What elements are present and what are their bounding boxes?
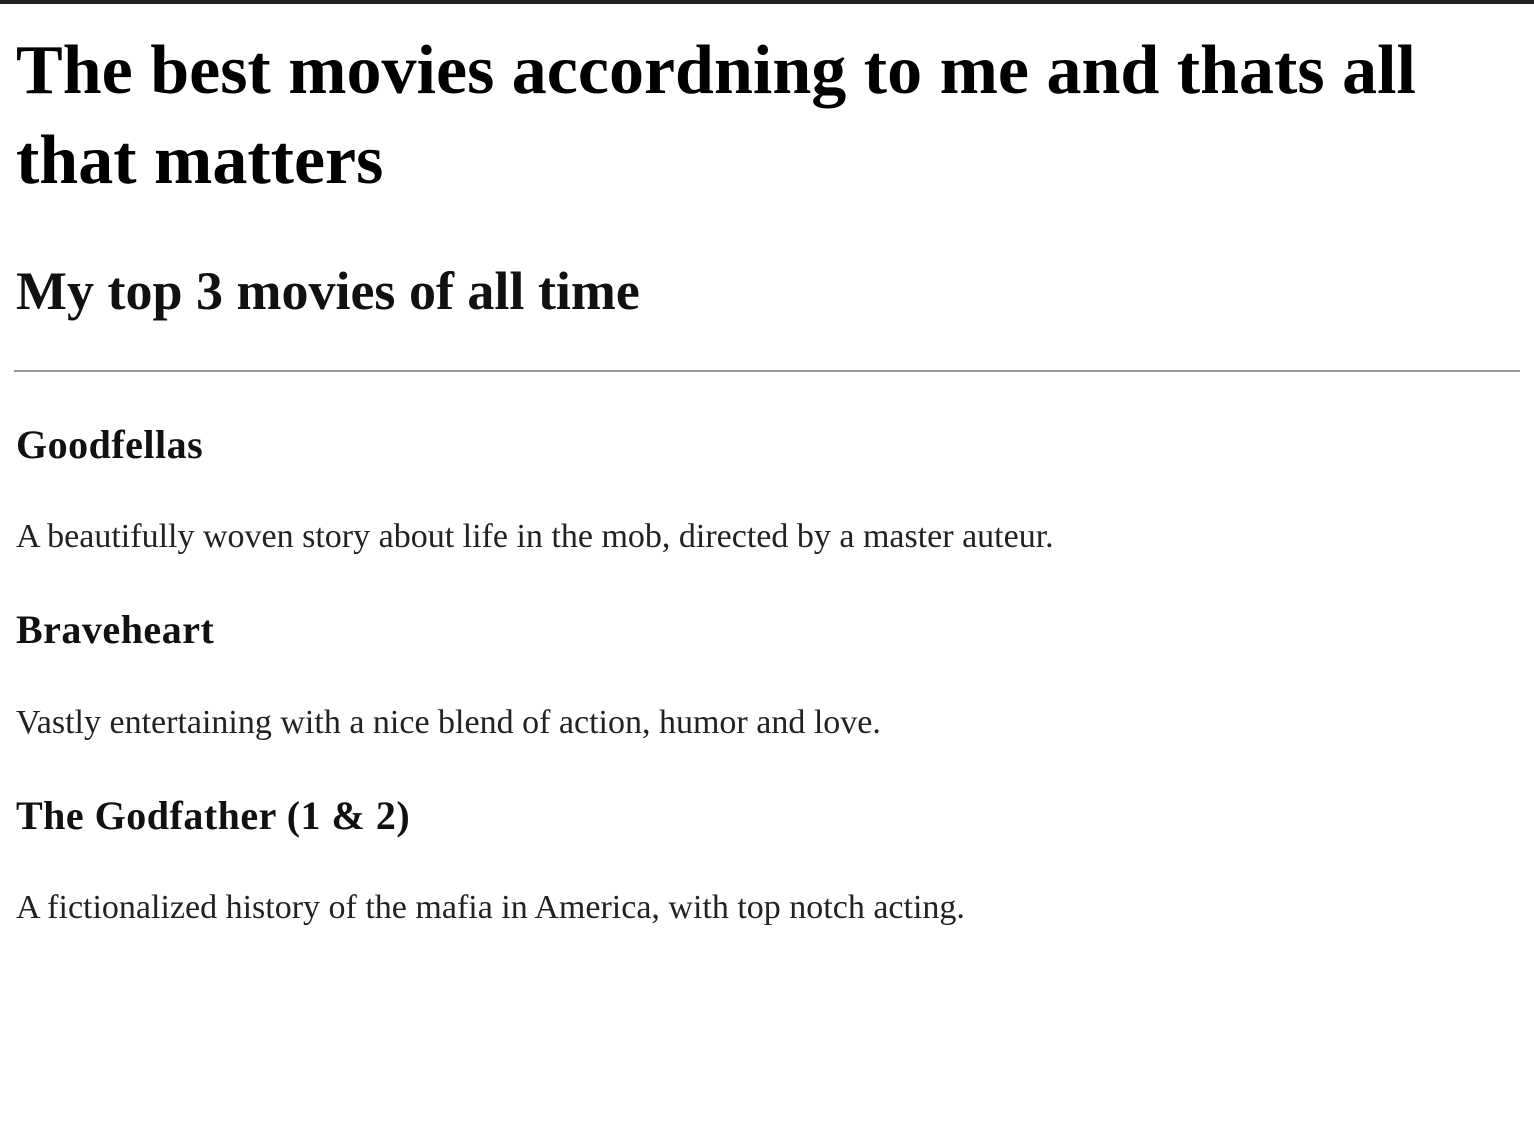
- movie-title-the-godfather: The Godfather (1 & 2): [16, 793, 411, 838]
- movie-title-braveheart: Braveheart: [16, 607, 215, 652]
- section-divider: [14, 370, 1520, 372]
- page-subtitle: My top 3 movies of all time: [16, 261, 640, 321]
- movie-description-goodfellas: A beautifully woven story about life in …: [16, 518, 1054, 555]
- movie-description-the-godfather: A fictionalized history of the mafia in …: [16, 889, 965, 926]
- movie-description-braveheart: Vastly entertaining with a nice blend of…: [16, 704, 881, 741]
- page-title: The best movies accordning to me and tha…: [16, 32, 1416, 199]
- movie-title-goodfellas: Goodfellas: [16, 422, 204, 467]
